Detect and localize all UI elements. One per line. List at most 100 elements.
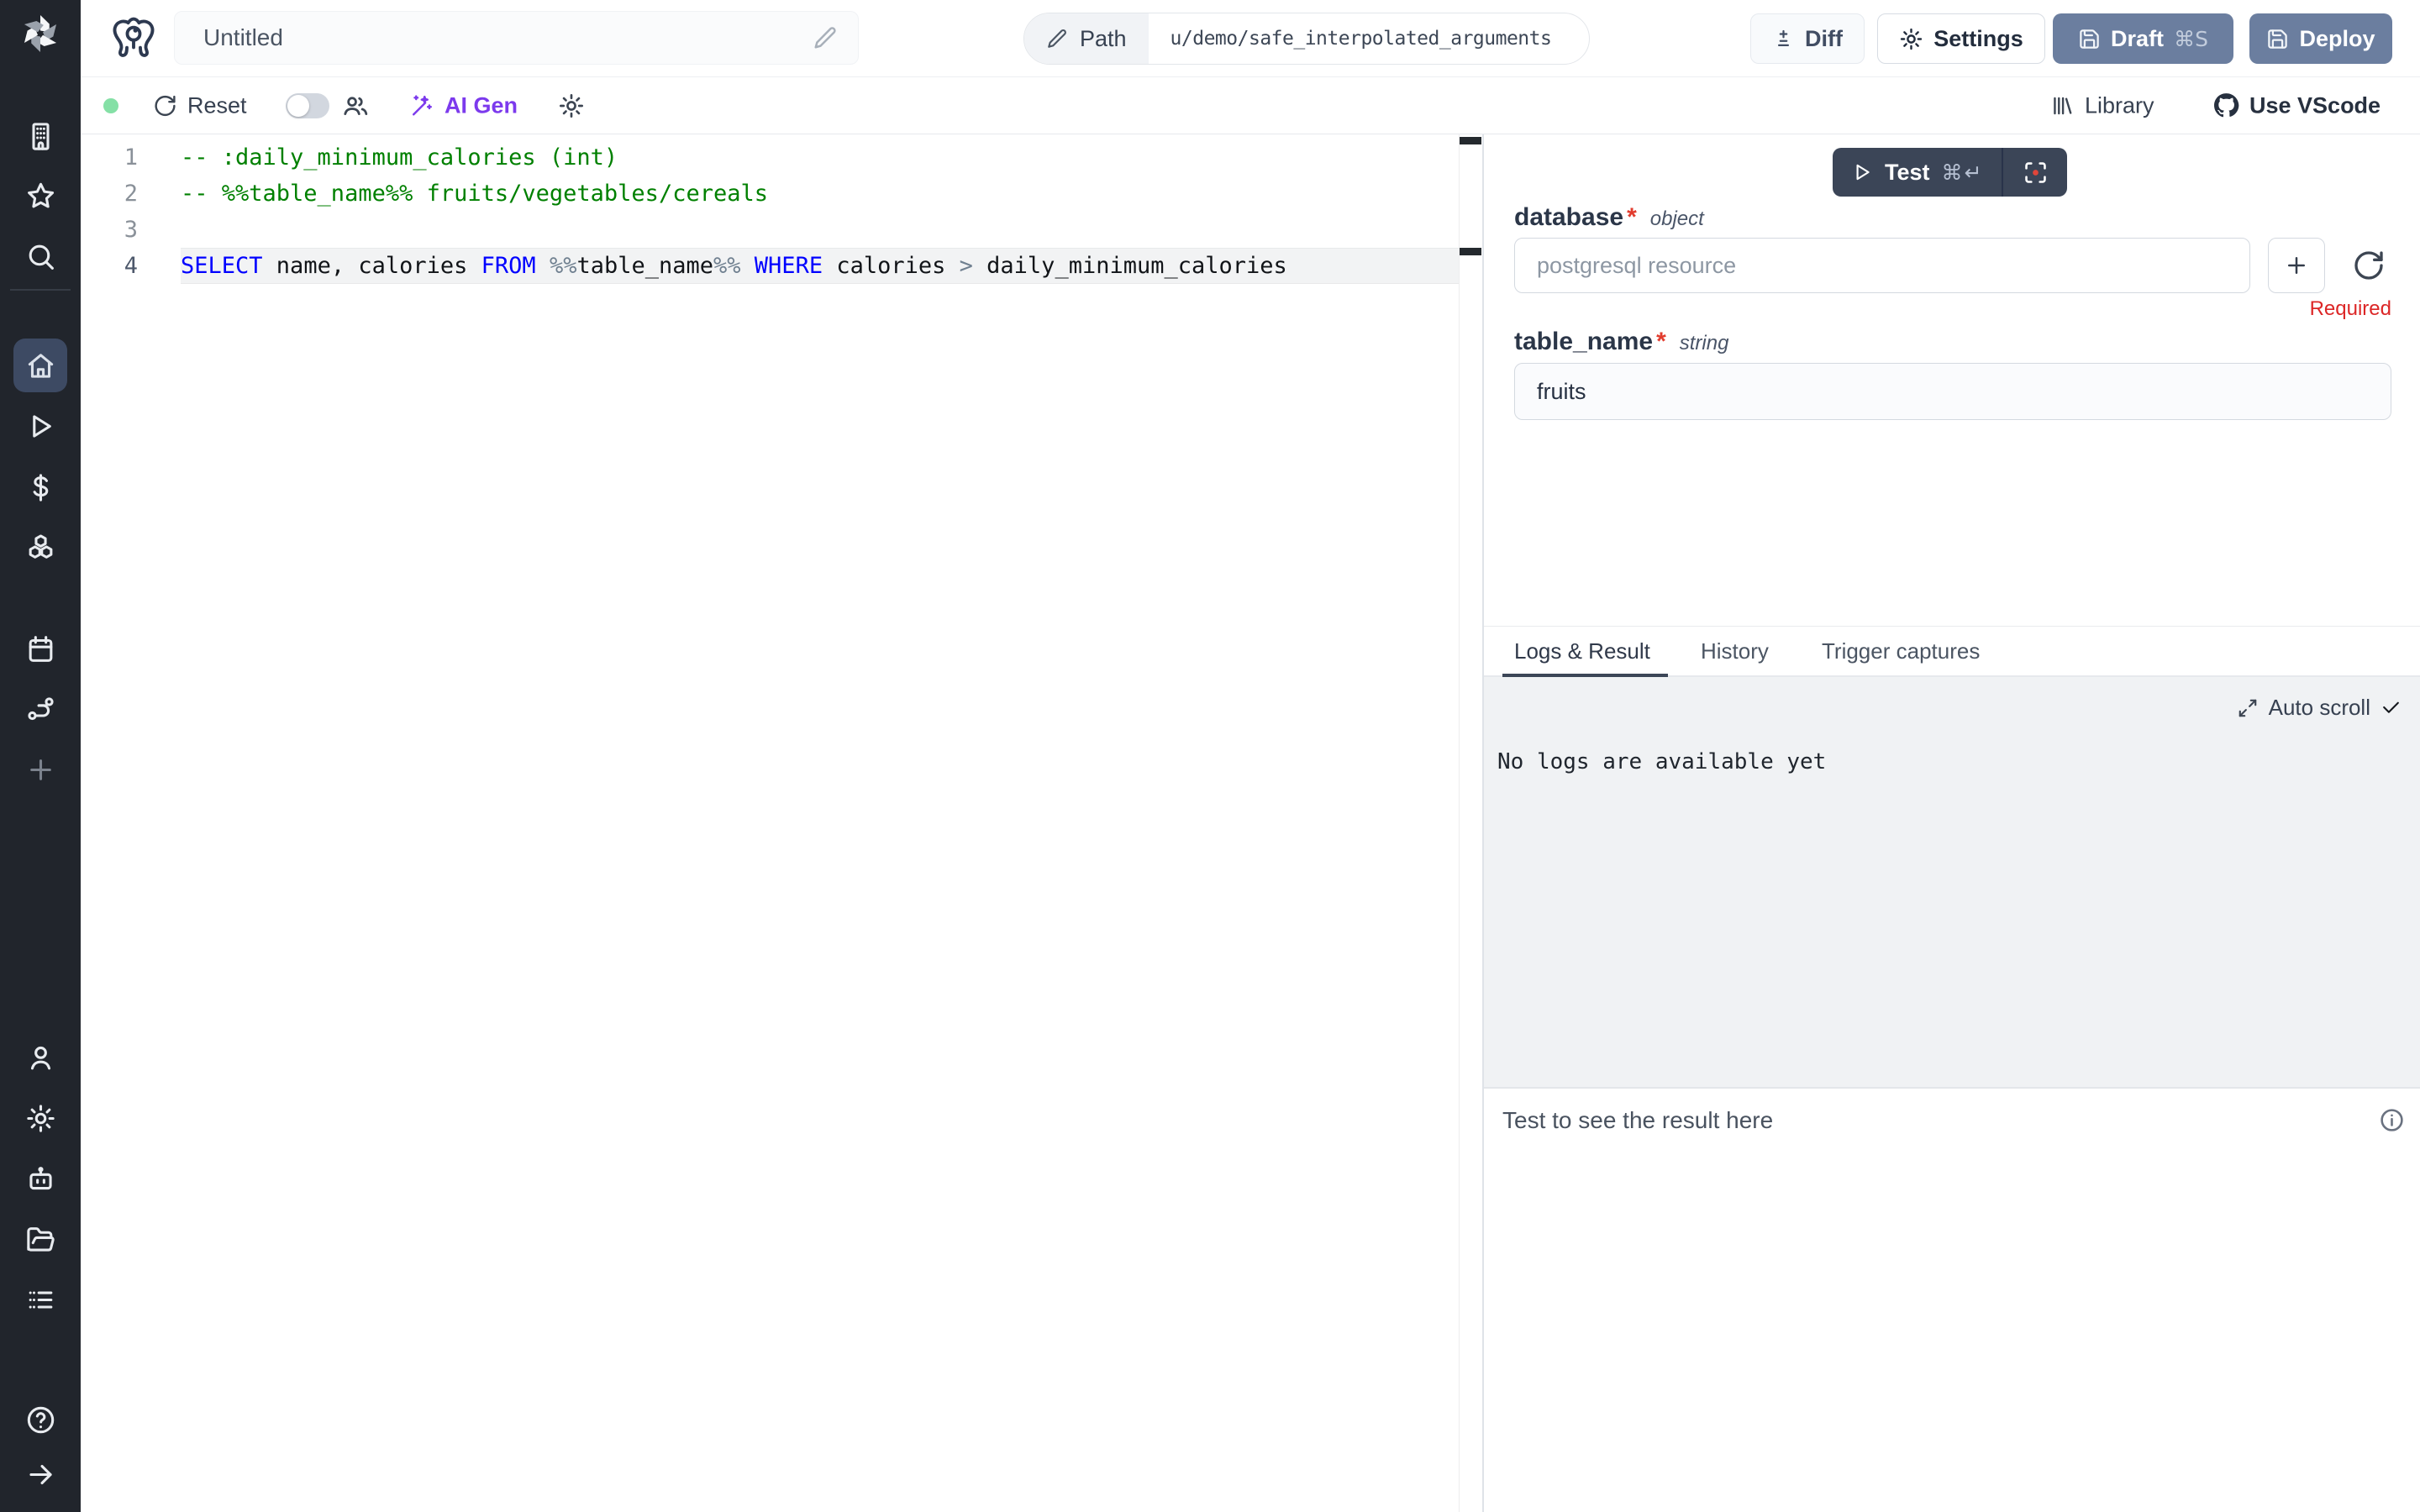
sidebar-item-add[interactable] — [13, 743, 67, 796]
auto-scroll-toggle[interactable]: Auto scroll — [2237, 695, 2402, 721]
user-icon — [25, 1042, 56, 1074]
code-line[interactable]: 2-- %%table_name%% fruits/vegetables/cer… — [81, 176, 1482, 212]
dollar-icon — [25, 472, 56, 503]
search-icon — [25, 241, 56, 272]
arrowRight-icon — [25, 1459, 56, 1490]
sidebar-item-variables[interactable] — [13, 460, 67, 514]
help-icon — [25, 1404, 56, 1436]
sidebar-item-favorites[interactable] — [13, 169, 67, 223]
gear-icon — [1899, 27, 1923, 51]
sidebar-item-collapse[interactable] — [13, 1447, 67, 1501]
sidebar-divider — [10, 289, 71, 291]
check-icon — [2381, 697, 2402, 718]
script-title-field[interactable]: Untitled — [174, 11, 859, 65]
edit-title-icon[interactable] — [813, 25, 838, 50]
capture-button[interactable] — [2003, 148, 2067, 197]
deploy-label: Deploy — [2299, 26, 2375, 52]
tab-history[interactable]: History — [1701, 638, 1769, 664]
overview-ruler — [1459, 134, 1460, 1512]
sidebar-item-workers[interactable] — [13, 1152, 67, 1206]
ai-gen-button[interactable]: AI Gen — [410, 92, 518, 118]
info-icon[interactable] — [2379, 1107, 2405, 1133]
cubes-icon — [25, 533, 56, 564]
script-title: Untitled — [203, 24, 813, 51]
topbar: Untitled Path u/demo/safe_interpolated_a… — [81, 0, 2420, 77]
calendar-icon — [25, 633, 56, 664]
use-vscode-button[interactable]: Use VScode — [2213, 92, 2381, 118]
database-field-label: database * object — [1514, 203, 1704, 232]
tab-logs-result[interactable]: Logs & Result — [1514, 638, 1650, 664]
database-input[interactable] — [1514, 238, 2250, 293]
reset-label: Reset — [187, 92, 247, 118]
collab-toggle[interactable] — [286, 93, 329, 118]
save-icon — [2266, 28, 2289, 50]
sidebar-item-folders[interactable] — [13, 1213, 67, 1267]
editor-settings-icon[interactable] — [558, 92, 585, 119]
refresh-resources-icon[interactable] — [2352, 249, 2386, 282]
tab-trigger-captures[interactable]: Trigger captures — [1822, 638, 1980, 664]
status-dot — [103, 98, 118, 113]
sidebar-item-schedules[interactable] — [13, 622, 67, 675]
code-line[interactable]: 1-- :daily_minimum_calories (int) — [81, 139, 1482, 176]
sidebar-item-home[interactable] — [13, 339, 67, 392]
test-button-cluster: Test ⌘↵ — [1833, 148, 2067, 197]
line-number: 3 — [81, 217, 181, 243]
plus-icon — [2284, 253, 2309, 278]
line-number: 1 — [81, 144, 181, 171]
table-name-input[interactable] — [1514, 363, 2391, 420]
library-label: Library — [2085, 92, 2154, 118]
sidebar-item-resources[interactable] — [13, 521, 67, 575]
code-line[interactable]: 4SELECT name, calories FROM %%table_name… — [81, 248, 1482, 284]
sidebar-item-search[interactable] — [13, 229, 67, 283]
windmill-logo-icon[interactable] — [15, 8, 66, 59]
robot-icon — [25, 1164, 56, 1195]
result-placeholder: Test to see the result here — [1502, 1107, 1773, 1134]
postgresql-icon — [109, 14, 158, 63]
path-label-segment: Path — [1024, 13, 1149, 64]
pane-splitter[interactable] — [1484, 626, 2420, 627]
gear-icon — [25, 1103, 56, 1134]
sidebar-item-runs[interactable] — [13, 399, 67, 453]
run-panel: Test ⌘↵ database * object Required table… — [1482, 134, 2420, 1512]
draft-button[interactable]: Draft ⌘S — [2053, 13, 2233, 64]
library-icon — [2050, 93, 2075, 118]
star-icon — [25, 181, 56, 212]
test-button[interactable]: Test ⌘↵ — [1833, 148, 2002, 197]
path-label: Path — [1080, 26, 1127, 52]
folder-icon — [25, 1225, 56, 1256]
overview-ruler-mark — [1460, 248, 1481, 255]
sidebar-item-help[interactable] — [13, 1393, 67, 1446]
logs-empty-message: No logs are available yet — [1497, 749, 1826, 774]
required-asterisk: * — [1656, 328, 1666, 356]
sidebar-item-triggers[interactable] — [13, 681, 67, 735]
expand-icon[interactable] — [2237, 697, 2259, 719]
deploy-button[interactable]: Deploy — [2249, 13, 2392, 64]
save-icon — [2078, 28, 2101, 50]
reset-button[interactable]: Reset — [153, 92, 247, 118]
library-button[interactable]: Library — [2050, 92, 2154, 118]
use-vscode-label: Use VScode — [2249, 92, 2381, 118]
add-resource-button[interactable] — [2268, 238, 2325, 293]
field-name: table_name — [1514, 328, 1653, 356]
required-error: Required — [2310, 297, 2391, 321]
collaborators-icon[interactable] — [341, 92, 369, 119]
settings-label: Settings — [1933, 26, 2023, 52]
sidebar-item-settings[interactable] — [13, 1091, 67, 1145]
path-value: u/demo/safe_interpolated_arguments — [1149, 13, 1552, 64]
diff-button[interactable]: Diff — [1750, 13, 1865, 64]
play-icon — [1851, 161, 1873, 183]
code-editor[interactable]: 1-- :daily_minimum_calories (int)2-- %%t… — [81, 134, 1482, 1512]
sidebar-item-users[interactable] — [13, 1031, 67, 1084]
refresh-icon — [153, 93, 177, 118]
test-label: Test — [1885, 160, 1930, 186]
code-line[interactable]: 3 — [81, 212, 1482, 248]
settings-button[interactable]: Settings — [1877, 13, 2045, 64]
sidebar-item-audit-logs[interactable] — [13, 1273, 67, 1326]
path-field[interactable]: Path u/demo/safe_interpolated_arguments — [1023, 13, 1590, 65]
sidebar-item-workspace[interactable] — [13, 109, 67, 163]
toggle-knob — [287, 95, 309, 117]
edit-path-icon[interactable] — [1046, 28, 1068, 50]
building-icon — [25, 121, 56, 152]
result-tabs: Logs & Result History Trigger captures — [1484, 632, 2420, 677]
test-shortcut: ⌘↵ — [1942, 160, 1984, 185]
